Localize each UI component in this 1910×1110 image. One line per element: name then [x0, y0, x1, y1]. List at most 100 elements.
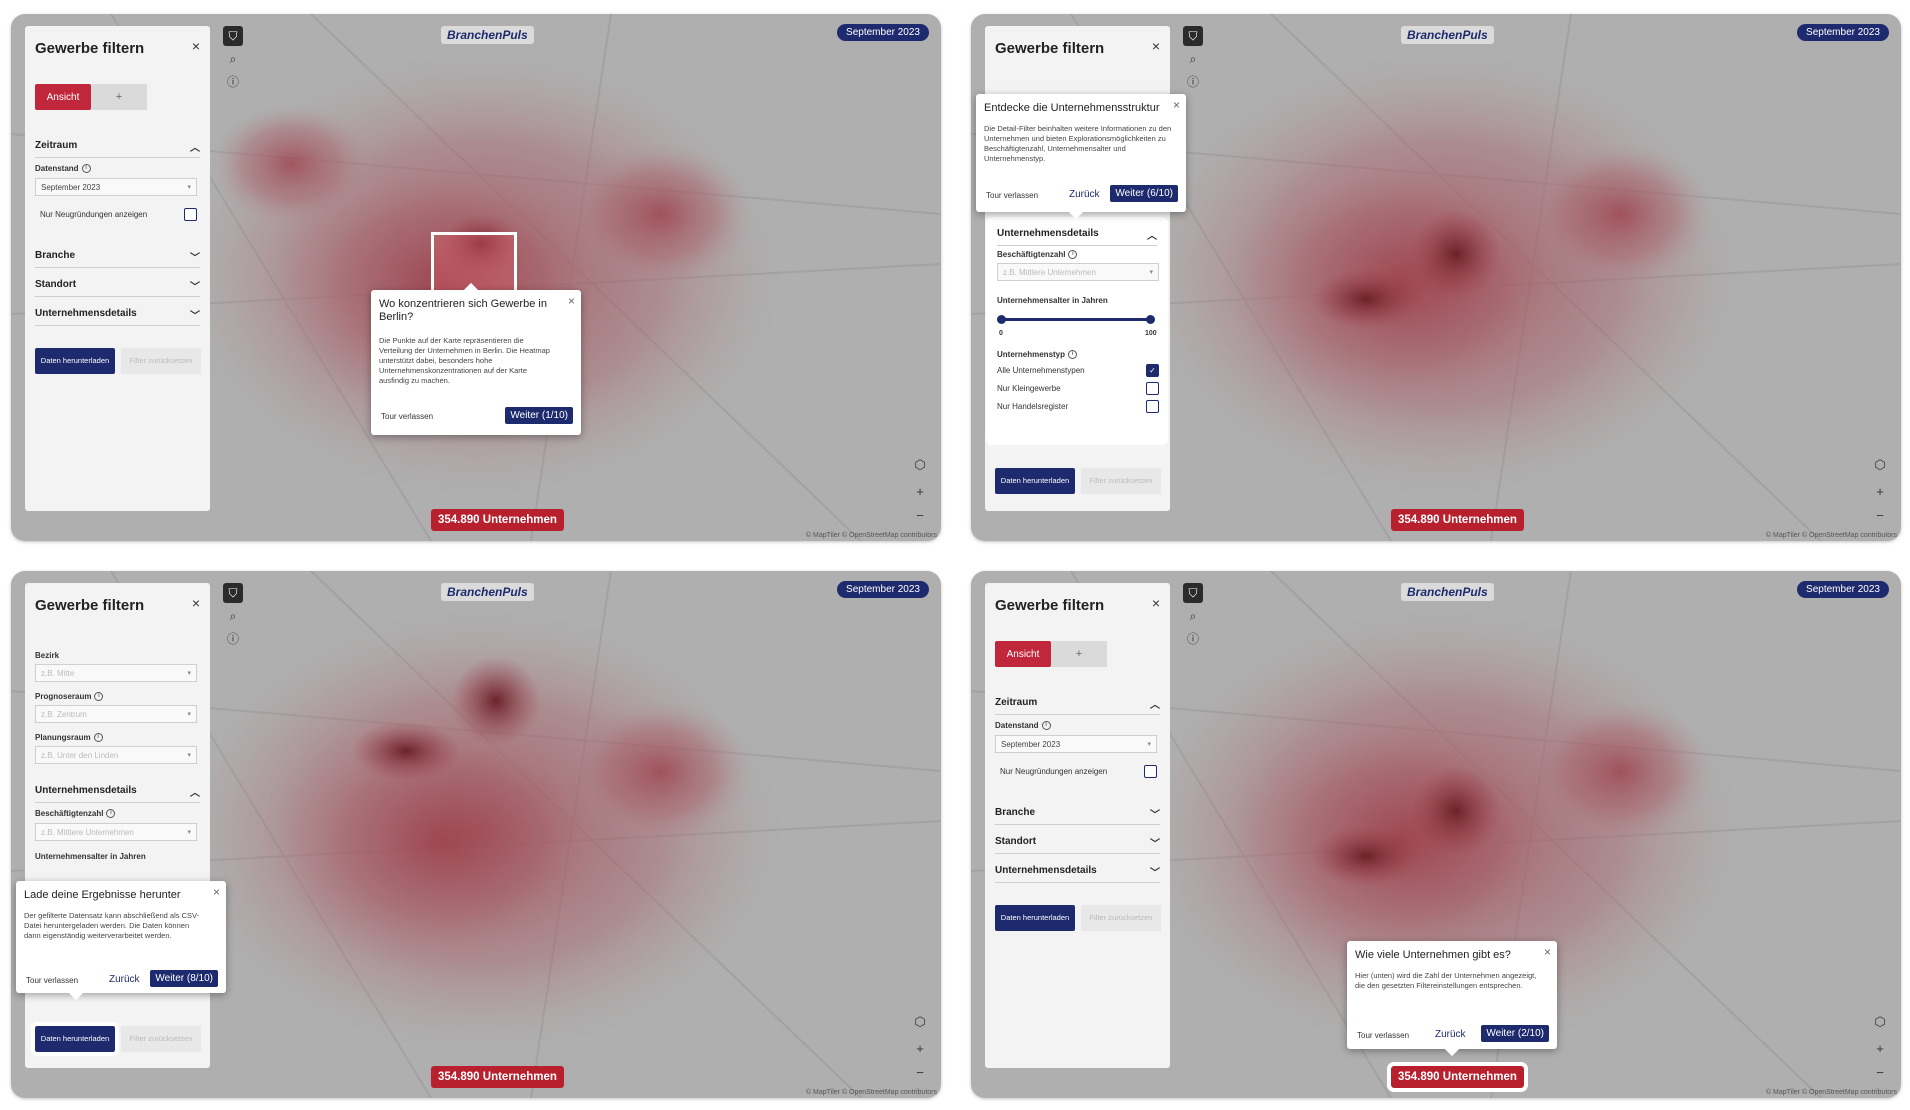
download-button[interactable]: Daten herunterladen: [995, 468, 1075, 494]
typ-hr-checkbox[interactable]: Nur Handelsregister: [997, 400, 1159, 413]
tour-back-link[interactable]: Zurück: [109, 974, 140, 985]
filter-sidebar: Gewerbe filtern × Bezirk z.B. Mitte ▾ Pro…: [25, 583, 210, 1068]
search-icon[interactable]: ⌕: [223, 49, 243, 69]
zoom-in-icon[interactable]: +: [1873, 1041, 1887, 1056]
map-attribution[interactable]: © MapTiler © OpenStreetMap contributors: [1766, 1089, 1897, 1096]
close-icon[interactable]: ×: [213, 885, 220, 899]
tour-exit-link[interactable]: Tour verlassen: [1357, 1031, 1409, 1040]
search-icon[interactable]: ⌕: [1183, 49, 1203, 69]
info-icon[interactable]: ⓘ: [223, 71, 243, 91]
section-standort-label: Standort: [35, 279, 77, 290]
zoom-out-icon[interactable]: −: [913, 1065, 927, 1080]
zoom-in-icon[interactable]: +: [913, 484, 927, 499]
beschaeftigte-label: Beschäftigtenzahl i: [997, 250, 1078, 260]
info-icon[interactable]: ⓘ: [1183, 628, 1203, 648]
checkbox-box[interactable]: [1146, 382, 1159, 395]
search-icon[interactable]: ⌕: [223, 606, 243, 626]
download-button[interactable]: Daten herunterladen: [995, 905, 1075, 931]
filter-icon[interactable]: ⛉: [1183, 583, 1203, 603]
alter-slider[interactable]: [997, 315, 1155, 324]
reset-button[interactable]: Filter zurücksetzen: [1081, 468, 1161, 494]
alter-label: Unternehmensalter in Jahren: [997, 296, 1108, 305]
tour-exit-link[interactable]: Tour verlassen: [986, 191, 1038, 200]
tab-ansicht[interactable]: Ansicht: [35, 84, 91, 110]
planungsraum-select[interactable]: z.B. Unter den Linden ▾: [35, 746, 197, 764]
section-details[interactable]: Unternehmensdetails ︿: [35, 785, 200, 803]
zoom-in-icon[interactable]: +: [913, 1041, 927, 1056]
filter-icon[interactable]: ⛉: [223, 583, 243, 603]
typ-klein-label: Nur Kleingewerbe: [997, 384, 1061, 393]
close-icon[interactable]: ×: [1152, 38, 1160, 54]
download-button[interactable]: Daten herunterladen: [35, 348, 115, 374]
slider-handle-max[interactable]: [1146, 315, 1155, 324]
section-branche[interactable]: Branche ﹀: [995, 807, 1160, 825]
info-icon: i: [1068, 250, 1078, 260]
close-icon[interactable]: ×: [568, 294, 575, 308]
reset-button[interactable]: Filter zurücksetzen: [121, 348, 201, 374]
info-icon[interactable]: ⓘ: [1183, 71, 1203, 91]
map-attribution[interactable]: © MapTiler © OpenStreetMap contributors: [806, 1089, 937, 1096]
tour-back-link[interactable]: Zurück: [1069, 189, 1100, 200]
section-branche[interactable]: Branche ﹀: [35, 250, 200, 268]
zoom-out-icon[interactable]: −: [1873, 1065, 1887, 1080]
tour-next-button[interactable]: Weiter (8/10): [150, 970, 218, 987]
tab-add[interactable]: +: [1051, 641, 1107, 667]
tab-ansicht[interactable]: Ansicht: [995, 641, 1051, 667]
filter-icon[interactable]: ⛉: [1183, 26, 1203, 46]
zoom-out-icon[interactable]: −: [913, 508, 927, 523]
filter-icon[interactable]: ⛉: [223, 26, 243, 46]
checkbox-box[interactable]: [1144, 765, 1157, 778]
section-zeitraum[interactable]: Zeitraum ︿: [35, 140, 200, 158]
tour-exit-link[interactable]: Tour verlassen: [381, 412, 433, 421]
tab-add[interactable]: +: [91, 84, 147, 110]
info-icon: i: [1041, 721, 1051, 731]
beschaeftigte-label: Beschäftigtenzahl i: [35, 809, 116, 819]
beschaeftigte-select[interactable]: z.B. Mittlere Unternehmen ▾: [35, 823, 197, 841]
checkbox-box[interactable]: [184, 208, 197, 221]
close-icon[interactable]: ×: [1152, 595, 1160, 611]
download-button[interactable]: Daten herunterladen: [31, 1022, 119, 1056]
slider-handle-min[interactable]: [997, 315, 1006, 324]
search-icon[interactable]: ⌕: [1183, 606, 1203, 626]
typ-klein-checkbox[interactable]: Nur Kleingewerbe: [997, 382, 1159, 395]
map-attribution[interactable]: © MapTiler © OpenStreetMap contributors: [806, 532, 937, 539]
zoom-out-icon[interactable]: −: [1873, 508, 1887, 523]
section-standort[interactable]: Standort ﹀: [35, 279, 200, 297]
section-standort[interactable]: Standort ﹀: [995, 836, 1160, 854]
3d-cube-icon[interactable]: ⬡: [913, 1014, 927, 1030]
only-new-checkbox[interactable]: Nur Neugründungen anzeigen: [995, 765, 1157, 778]
datenstand-select[interactable]: September 2023 ▾: [995, 735, 1157, 753]
chevron-down-icon: ﹀: [190, 253, 200, 264]
map-attribution[interactable]: © MapTiler © OpenStreetMap contributors: [1766, 532, 1897, 539]
3d-cube-icon[interactable]: ⬡: [913, 457, 927, 473]
info-icon[interactable]: ⓘ: [223, 628, 243, 648]
close-icon[interactable]: ×: [192, 595, 200, 611]
reset-button[interactable]: Filter zurücksetzen: [1081, 905, 1161, 931]
close-icon[interactable]: ×: [1544, 945, 1551, 959]
section-details-label: Unternehmensdetails: [35, 785, 137, 796]
zoom-in-icon[interactable]: +: [1873, 484, 1887, 499]
bezirk-select[interactable]: z.B. Mitte ▾: [35, 664, 197, 682]
typ-all-checkbox[interactable]: Alle Unternehmenstypen ✓: [997, 364, 1159, 377]
section-details[interactable]: Unternehmensdetails ︿: [997, 228, 1157, 246]
prognoseraum-select[interactable]: z.B. Zentrum ▾: [35, 705, 197, 723]
close-icon[interactable]: ×: [192, 38, 200, 54]
beschaeftigte-select[interactable]: z.B. Mittlere Unternehmen ▾: [997, 263, 1159, 281]
only-new-checkbox[interactable]: Nur Neugründungen anzeigen: [35, 208, 197, 221]
3d-cube-icon[interactable]: ⬡: [1873, 1014, 1887, 1030]
tour-exit-link[interactable]: Tour verlassen: [26, 976, 78, 985]
reset-button[interactable]: Filter zurücksetzen: [121, 1026, 201, 1052]
section-zeitraum[interactable]: Zeitraum ︿: [995, 697, 1160, 715]
tour-back-link[interactable]: Zurück: [1435, 1029, 1466, 1040]
section-details[interactable]: Unternehmensdetails ﹀: [35, 308, 200, 326]
tour-next-button[interactable]: Weiter (6/10): [1110, 185, 1178, 202]
company-count-badge: 354.890 Unternehmen: [431, 1066, 564, 1088]
tour-next-button[interactable]: Weiter (1/10): [505, 407, 573, 424]
checkbox-checked[interactable]: ✓: [1146, 364, 1159, 377]
tour-next-button[interactable]: Weiter (2/10): [1481, 1025, 1549, 1042]
3d-cube-icon[interactable]: ⬡: [1873, 457, 1887, 473]
checkbox-box[interactable]: [1146, 400, 1159, 413]
datenstand-select[interactable]: September 2023 ▾: [35, 178, 197, 196]
close-icon[interactable]: ×: [1173, 98, 1180, 112]
section-details[interactable]: Unternehmensdetails ﹀: [995, 865, 1160, 883]
